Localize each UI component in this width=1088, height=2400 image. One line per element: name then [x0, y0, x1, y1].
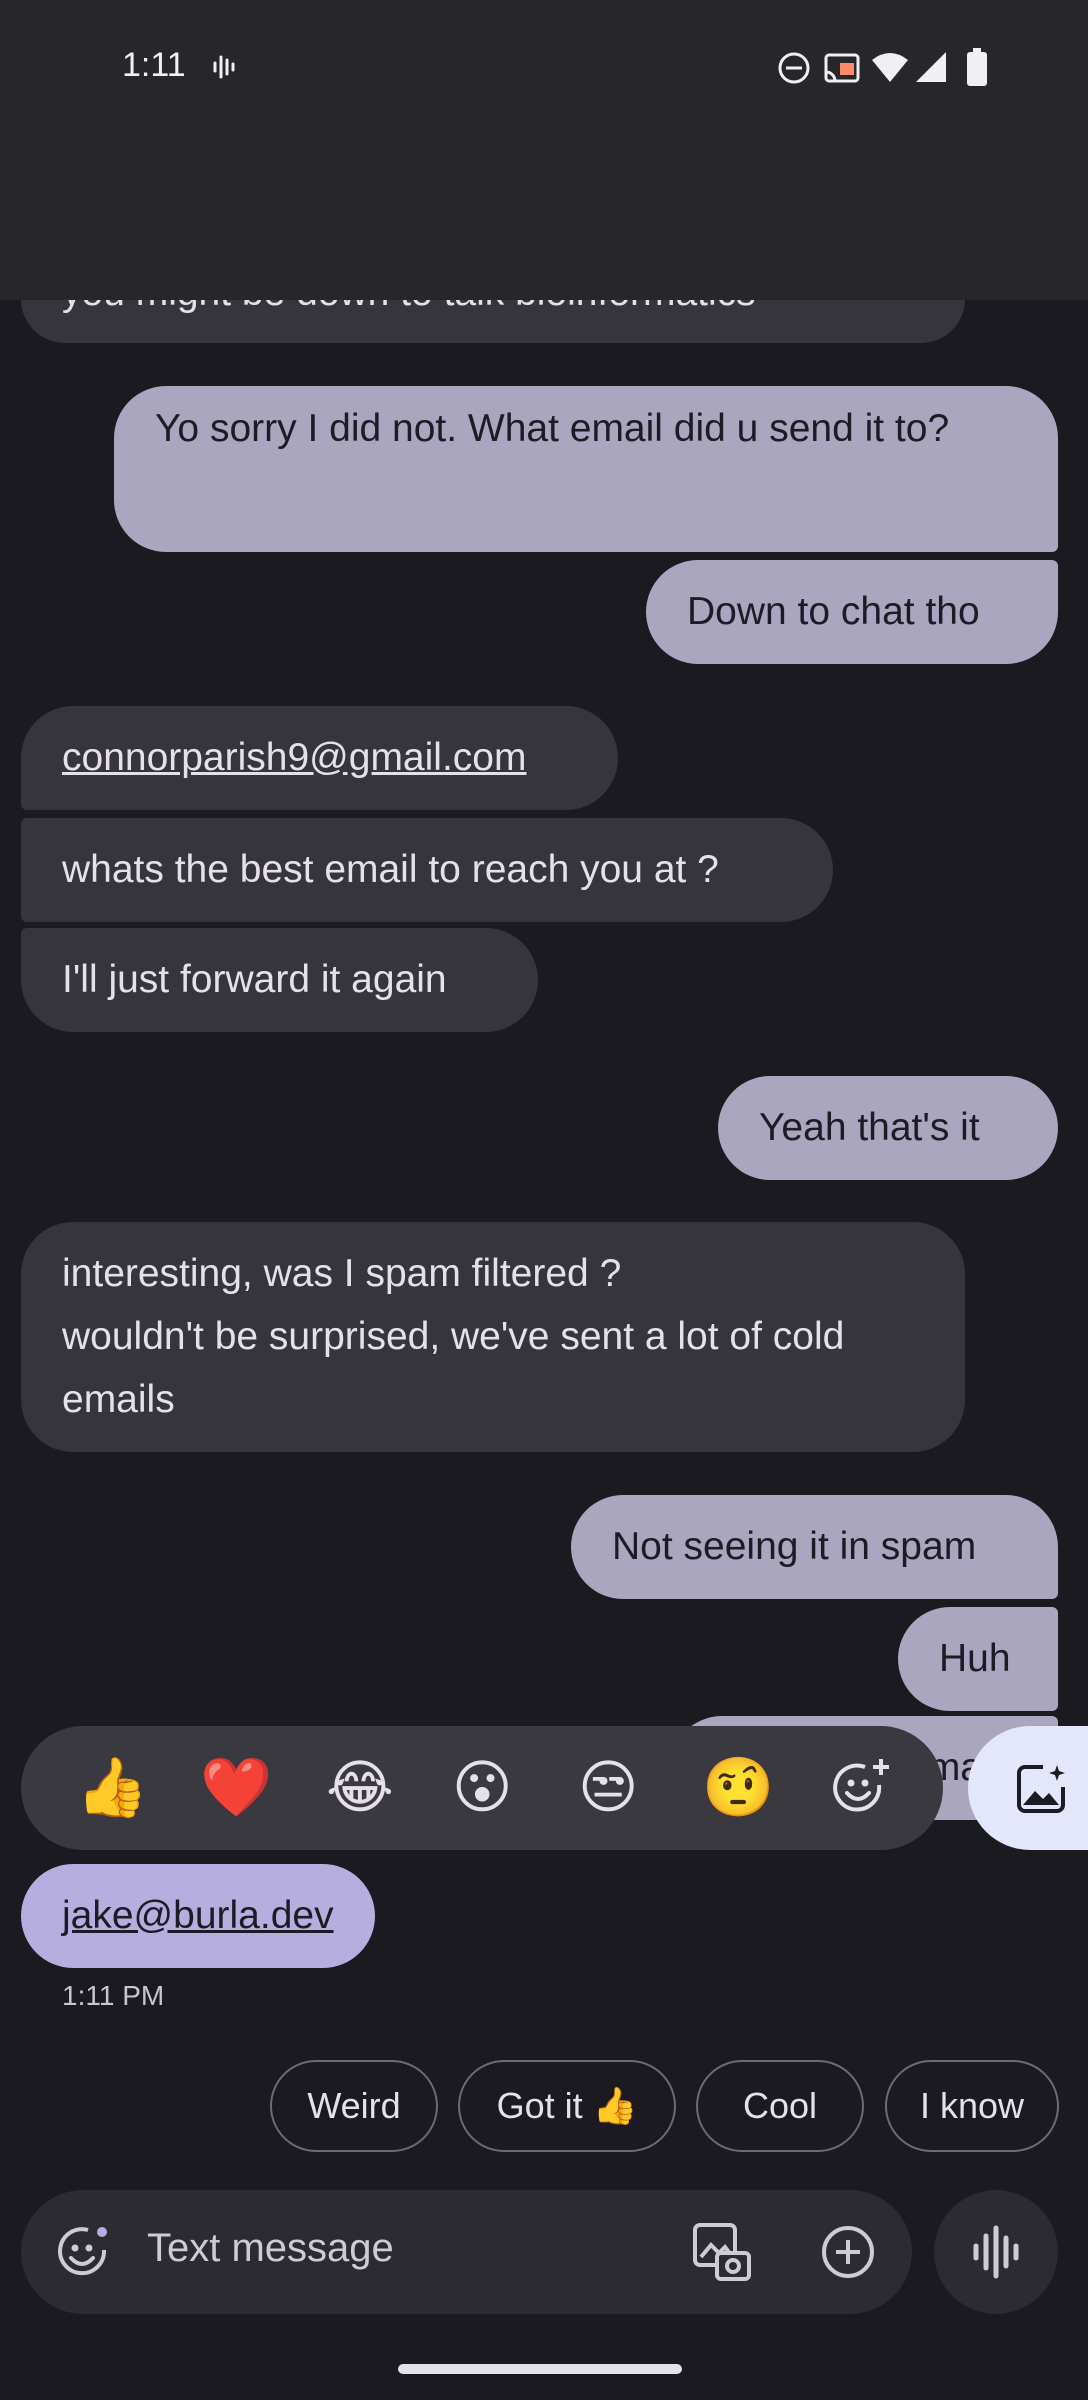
message-text: whats the best email to reach you at ? [62, 848, 719, 891]
incoming-message[interactable]: I'll just forward it again [21, 928, 538, 1032]
outgoing-message[interactable]: Down to chat tho [646, 560, 1058, 664]
reaction-thumbs-up[interactable]: 👍 [76, 1754, 148, 1822]
outgoing-message[interactable]: Not seeing it in spam [571, 1495, 1058, 1599]
message-text: Yo sorry I did not. What email did u sen… [155, 407, 950, 450]
email-link[interactable]: connorparish9@gmail.com [62, 736, 526, 779]
voice-activity-icon [210, 52, 240, 87]
signal-icon [914, 50, 948, 89]
outgoing-message[interactable]: Yo sorry I did not. What email did u sen… [114, 386, 1058, 552]
selected-message[interactable]: jake@burla.dev [21, 1864, 375, 1968]
cast-icon [822, 50, 862, 91]
reaction-laugh[interactable]: 😂 [326, 1754, 394, 1822]
gallery-icon[interactable] [688, 2218, 756, 2286]
emoji-icon[interactable] [52, 2220, 116, 2284]
wifi-icon [870, 50, 910, 89]
dnd-icon [776, 50, 812, 91]
reaction-heart[interactable]: ❤️ [200, 1754, 272, 1822]
incoming-message[interactable]: whats the best email to reach you at ? [21, 818, 833, 922]
reaction-surprised[interactable]: 😮 [452, 1754, 512, 1822]
incoming-message[interactable]: interesting, was I spam filtered ? would… [21, 1222, 965, 1452]
add-reaction-icon[interactable] [826, 1752, 898, 1824]
email-link[interactable]: jake@burla.dev [62, 1894, 334, 1937]
home-indicator [398, 2364, 682, 2374]
message-text-line: wouldn't be surprised, we've sent a lot … [62, 1315, 845, 1421]
smart-reply-weird[interactable]: Weird [270, 2060, 438, 2152]
message-text: Down to chat tho [687, 590, 980, 633]
outgoing-message[interactable]: Yeah that's it [718, 1076, 1058, 1180]
message-text: Huh [939, 1637, 1011, 1680]
battery-icon [966, 48, 988, 91]
outgoing-message[interactable]: Huh [898, 1607, 1058, 1711]
incoming-message[interactable]: connorparish9@gmail.com [21, 706, 618, 810]
message-timestamp: 1:11 PM [62, 1980, 165, 2011]
message-text-line: interesting, was I spam filtered ? [62, 1252, 622, 1295]
toolbar-cover [0, 135, 1088, 300]
sticker-image-icon [1008, 1756, 1074, 1822]
add-attachment-icon[interactable] [816, 2220, 880, 2284]
status-time: 1:11 [122, 46, 186, 84]
reaction-unamused[interactable]: 😒 [578, 1754, 638, 1822]
smart-reply-cool[interactable]: Cool [696, 2060, 864, 2152]
smart-reply-i-know[interactable]: I know [885, 2060, 1059, 2152]
message-text: I'll just forward it again [62, 958, 447, 1001]
smart-reply-got-it[interactable]: Got it 👍 [458, 2060, 676, 2152]
waveform-icon [962, 2220, 1030, 2284]
reaction-raised-eyebrow[interactable]: 🤨 [702, 1754, 774, 1822]
message-text: Not seeing it in spam [612, 1525, 977, 1568]
text-message-input[interactable]: Text message [147, 2226, 394, 2271]
message-text: Yeah that's it [759, 1106, 980, 1149]
